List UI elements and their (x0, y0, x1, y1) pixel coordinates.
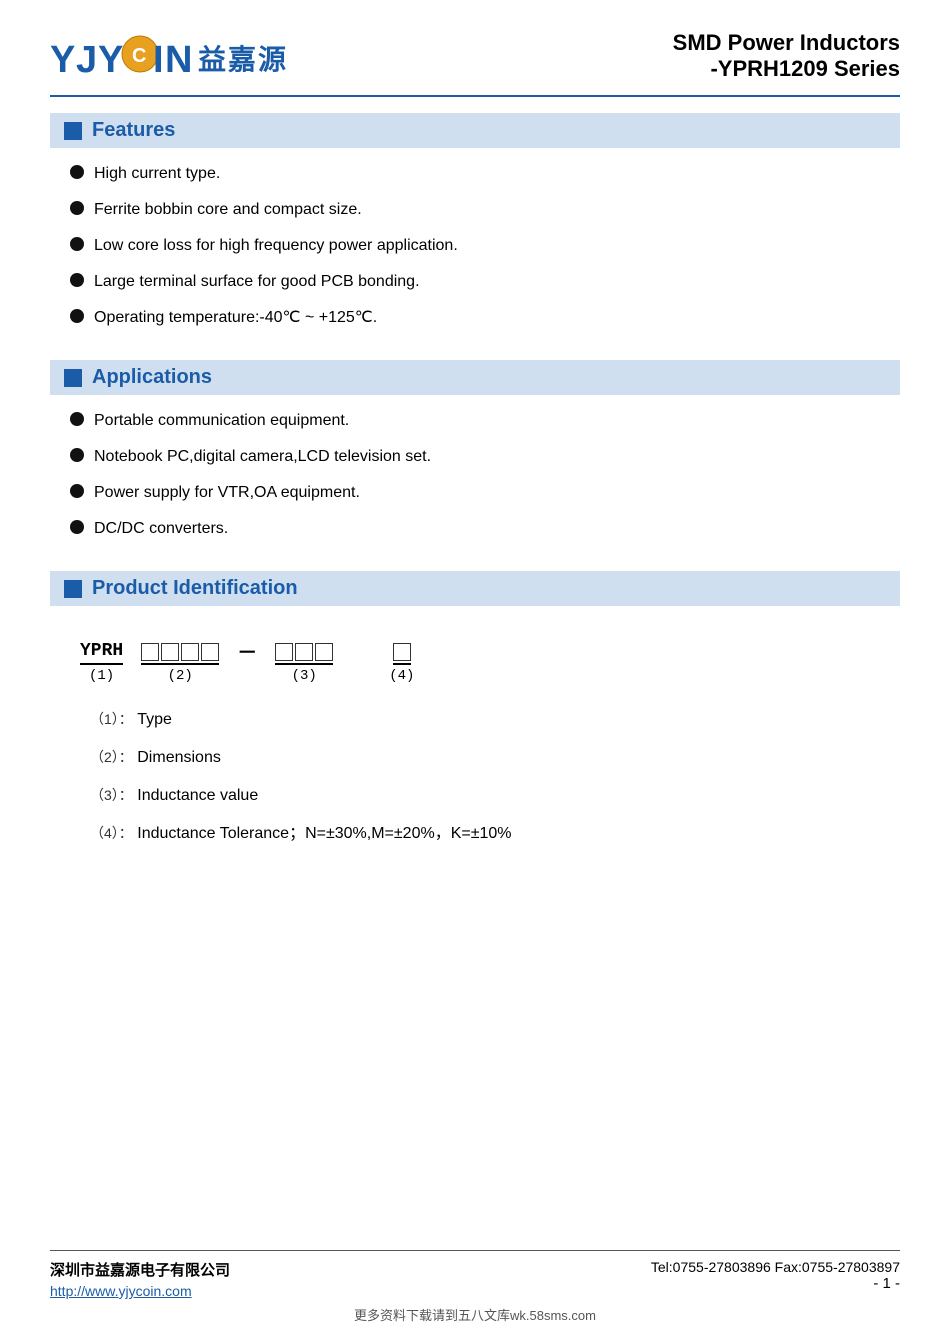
code-part-3: (3) (275, 643, 333, 684)
bullet-icon (70, 201, 84, 215)
product-code-diagram: YPRH (1) (2) － (80, 636, 900, 684)
svg-text:J: J (76, 39, 97, 81)
feature-item-3: Low core loss for high frequency power a… (94, 234, 458, 258)
footer-left: 深圳市益嘉源电子有限公司 http://www.yjycoin.com (50, 1259, 230, 1299)
code-box (393, 643, 411, 661)
header-divider (50, 95, 900, 97)
desc-item-2: （2）： Dimensions (90, 746, 900, 770)
product-id-area: YPRH (1) (2) － (80, 636, 900, 860)
page-container: Y J Y C I N 益嘉源 SMD Power Inductors -YPR… (0, 0, 950, 1344)
features-list: High current type. Ferrite bobbin core a… (70, 162, 900, 342)
bullet-icon (70, 273, 84, 287)
footer: 深圳市益嘉源电子有限公司 http://www.yjycoin.com Tel:… (50, 1250, 900, 1299)
header: Y J Y C I N 益嘉源 SMD Power Inductors -YPR… (50, 30, 900, 85)
app-item-1: Portable communication equipment. (94, 409, 349, 433)
description-list: （1）： Type （2）： Dimensions （3）： Inductanc… (90, 708, 900, 846)
code-label-2: (2) (168, 668, 193, 684)
desc-item-1: （1）： Type (90, 708, 900, 732)
desc-label-3: （3）： (90, 787, 133, 803)
code-boxes-4 (393, 643, 411, 661)
bullet-icon (70, 412, 84, 426)
footer-watermark: 更多资料下载请到五八文库wk.58sms.com (50, 1305, 900, 1324)
footer-page: - 1 - (651, 1275, 900, 1292)
desc-label-2: （2）： (90, 749, 133, 765)
list-item: Ferrite bobbin core and compact size. (70, 198, 900, 222)
applications-list: Portable communication equipment. Notebo… (70, 409, 900, 553)
list-item: High current type. (70, 162, 900, 186)
svg-text:N: N (165, 39, 190, 81)
code-part-4: (4) (389, 643, 414, 684)
feature-item-5: Operating temperature:-40℃ ~ +125℃. (94, 306, 377, 330)
logo-text-chinese: 益嘉源 (198, 38, 288, 78)
desc-value-2: Dimensions (137, 749, 221, 766)
bullet-icon (70, 237, 84, 251)
desc-value-1: Type (137, 711, 172, 728)
desc-label-4: （4）： (90, 825, 133, 841)
list-item: Notebook PC,digital camera,LCD televisio… (70, 445, 900, 469)
header-title: SMD Power Inductors -YPRH1209 Series (673, 30, 900, 82)
list-item: Low core loss for high frequency power a… (70, 234, 900, 258)
code-box (295, 643, 313, 661)
code-part-2: (2) (141, 643, 219, 684)
applications-section-header: Applications (50, 360, 900, 395)
code-box (315, 643, 333, 661)
title-line2: -YPRH1209 Series (673, 56, 900, 82)
feature-item-2: Ferrite bobbin core and compact size. (94, 198, 362, 222)
features-title: Features (92, 119, 175, 142)
list-item: Power supply for VTR,OA equipment. (70, 481, 900, 505)
list-item: DC/DC converters. (70, 517, 900, 541)
bullet-icon (70, 520, 84, 534)
logo-svg: Y J Y C I N (50, 30, 190, 85)
list-item: Large terminal surface for good PCB bond… (70, 270, 900, 294)
applications-icon (64, 369, 82, 387)
code-label-1: (1) (89, 668, 114, 684)
footer-right: Tel:0755-27803896 Fax:0755-27803897 - 1 … (651, 1259, 900, 1292)
product-id-icon (64, 580, 82, 598)
svg-text:Y: Y (98, 39, 123, 81)
code-box (161, 643, 179, 661)
code-part-1: YPRH (1) (80, 641, 123, 684)
footer-company: 深圳市益嘉源电子有限公司 (50, 1259, 230, 1280)
code-box (201, 643, 219, 661)
bullet-icon (70, 165, 84, 179)
list-item: Portable communication equipment. (70, 409, 900, 433)
code-dash: － (237, 636, 257, 684)
bullet-icon (70, 448, 84, 462)
title-line1: SMD Power Inductors (673, 30, 900, 56)
code-prefix: YPRH (80, 641, 123, 665)
footer-url[interactable]: http://www.yjycoin.com (50, 1283, 230, 1299)
features-section-header: Features (50, 113, 900, 148)
code-boxes-3 (275, 643, 333, 661)
bullet-icon (70, 309, 84, 323)
applications-title: Applications (92, 366, 212, 389)
app-item-4: DC/DC converters. (94, 517, 228, 541)
features-icon (64, 122, 82, 140)
app-item-3: Power supply for VTR,OA equipment. (94, 481, 360, 505)
code-label-3: (3) (292, 668, 317, 684)
product-id-section-header: Product Identification (50, 571, 900, 606)
feature-item-4: Large terminal surface for good PCB bond… (94, 270, 420, 294)
desc-item-4: （4）： Inductance Tolerance；N=±30%,M=±20%，… (90, 822, 900, 846)
bullet-icon (70, 484, 84, 498)
feature-item-1: High current type. (94, 162, 220, 186)
code-label-4: (4) (389, 668, 414, 684)
code-boxes-2 (141, 643, 219, 661)
code-box (275, 643, 293, 661)
product-id-title: Product Identification (92, 577, 298, 600)
desc-label-1: （1）： (90, 711, 133, 727)
svg-text:C: C (132, 45, 146, 67)
footer-contact: Tel:0755-27803896 Fax:0755-27803897 (651, 1259, 900, 1275)
list-item: Operating temperature:-40℃ ~ +125℃. (70, 306, 900, 330)
code-box (141, 643, 159, 661)
desc-value-3: Inductance value (137, 787, 258, 804)
code-box (181, 643, 199, 661)
svg-text:I: I (153, 39, 164, 81)
svg-text:Y: Y (50, 39, 75, 81)
desc-value-4: Inductance Tolerance；N=±30%,M=±20%，K=±10… (137, 825, 511, 842)
desc-item-3: （3）： Inductance value (90, 784, 900, 808)
logo-area: Y J Y C I N 益嘉源 (50, 30, 288, 85)
app-item-2: Notebook PC,digital camera,LCD televisio… (94, 445, 431, 469)
